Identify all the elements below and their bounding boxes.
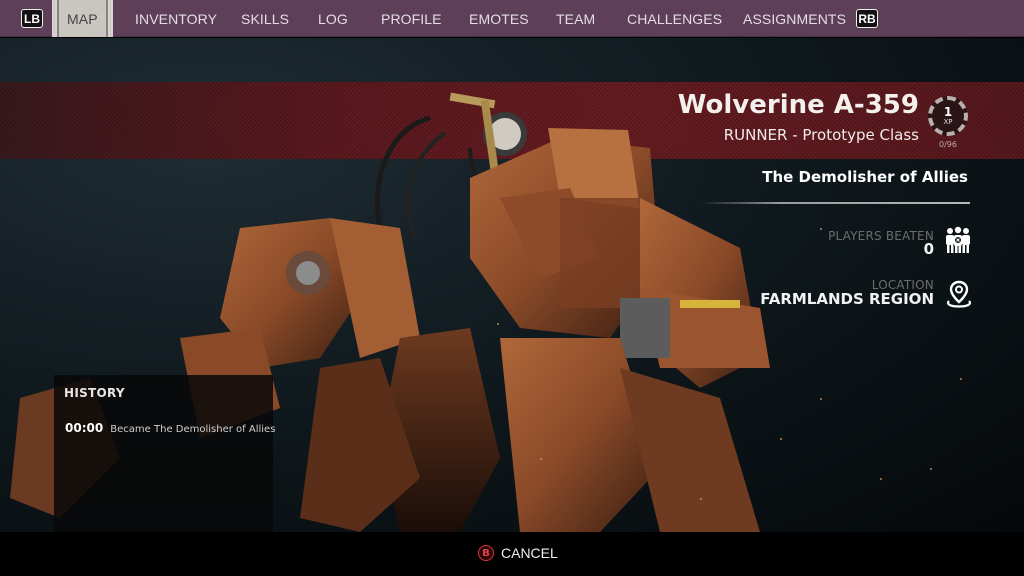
spark-particle	[880, 478, 882, 480]
spark-particle	[960, 378, 962, 380]
tab-skills[interactable]: SKILLS	[241, 0, 289, 37]
location-pin-icon	[946, 280, 972, 308]
history-entry-time: 00:00	[65, 421, 104, 435]
tab-team[interactable]: TEAM	[556, 0, 595, 37]
divider	[700, 202, 970, 204]
history-panel: HISTORY 00:00 Became The Demolisher of A…	[54, 375, 275, 532]
spark-particle	[780, 438, 782, 440]
players-beaten-icon	[946, 226, 970, 253]
cancel-label: CANCEL	[501, 545, 558, 561]
history-entry: 00:00 Became The Demolisher of Allies	[65, 417, 275, 436]
tab-challenges[interactable]: CHALLENGES	[627, 0, 722, 37]
spark-particle	[820, 398, 822, 400]
spark-particle	[540, 458, 542, 460]
tab-emotes[interactable]: EMOTES	[469, 0, 529, 37]
xp-unit: XP	[943, 117, 953, 126]
character-class: RUNNER - Prototype Class	[723, 126, 919, 144]
xp-level: 1	[943, 104, 953, 119]
tab-log[interactable]: LOG	[318, 0, 348, 37]
cancel-button[interactable]: B CANCEL	[478, 545, 558, 561]
tab-map[interactable]: MAP	[52, 0, 113, 37]
spark-particle	[930, 468, 932, 470]
spark-particle	[700, 498, 702, 500]
players-beaten-value: 0	[923, 240, 934, 258]
b-button-icon: B	[478, 545, 494, 561]
right-bumper-button[interactable]: RB	[856, 9, 878, 28]
character-name: Wolverine A-359	[677, 90, 919, 120]
players-beaten-label: PLAYERS BEATEN	[828, 229, 934, 243]
history-title: HISTORY	[64, 386, 125, 400]
left-bumper-button[interactable]: LB	[21, 9, 43, 28]
location-value: FARMLANDS REGION	[760, 290, 934, 308]
xp-level-badge: 1 XP	[928, 96, 968, 136]
character-title: The Demolisher of Allies	[762, 168, 968, 186]
tab-inventory[interactable]: INVENTORY	[135, 0, 217, 37]
top-nav: LB MAP INVENTORY SKILLS LOG PROFILE EMOT…	[0, 0, 1024, 37]
xp-progress: 0/96	[939, 140, 957, 149]
tab-profile[interactable]: PROFILE	[381, 0, 442, 37]
spark-particle	[497, 323, 499, 325]
spark-particle	[820, 228, 822, 230]
history-entry-text: Became The Demolisher of Allies	[110, 424, 276, 435]
tab-assignments[interactable]: ASSIGNMENTS	[743, 0, 846, 37]
